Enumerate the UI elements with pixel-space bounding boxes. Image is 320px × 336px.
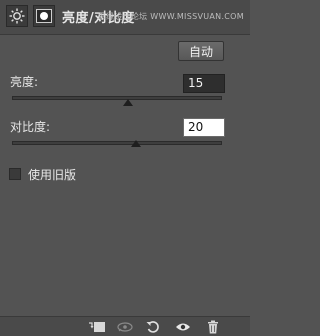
view-previous-icon[interactable] <box>114 319 136 335</box>
clip-to-layer-icon[interactable] <box>86 319 108 335</box>
auto-button[interactable]: 自动 <box>178 41 224 61</box>
use-legacy-label: 使用旧版 <box>28 168 77 182</box>
contrast-slider-thumb[interactable] <box>130 140 141 147</box>
brightness-slider-track[interactable] <box>12 96 222 100</box>
contrast-label: 对比度: <box>10 120 51 134</box>
properties-panel: 亮度/对比度 思缘设计论坛 WWW.MISSVUAN.COM 自动 亮度: 15… <box>0 0 250 336</box>
watermark: 思缘设计论坛 WWW.MISSVUAN.COM <box>97 12 244 21</box>
use-legacy-checkbox[interactable] <box>9 168 21 180</box>
panel-header: 亮度/对比度 思缘设计论坛 WWW.MISSVUAN.COM <box>0 0 250 35</box>
layer-mask-icon[interactable] <box>33 5 55 27</box>
contrast-slider-track[interactable] <box>12 141 222 145</box>
trash-icon[interactable] <box>202 319 224 335</box>
brightness-adjustment-icon[interactable] <box>6 5 28 27</box>
panel-footer <box>0 316 250 336</box>
brightness-slider-thumb[interactable] <box>122 99 133 106</box>
brightness-label: 亮度: <box>10 75 39 89</box>
reset-icon[interactable] <box>142 319 164 335</box>
visibility-eye-icon[interactable] <box>172 319 194 335</box>
contrast-input[interactable]: 20 <box>183 118 225 137</box>
brightness-input[interactable]: 15 <box>183 74 225 93</box>
